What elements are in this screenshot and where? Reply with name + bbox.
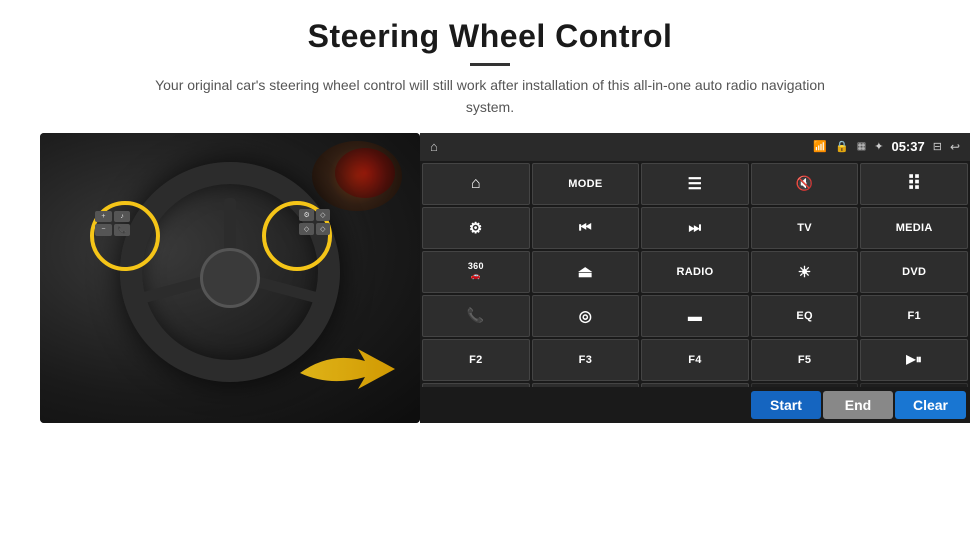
eq-btn[interactable]: EQ <box>751 295 859 337</box>
prev-btn[interactable]: ⏮ <box>532 207 640 249</box>
back-icon: ↩ <box>950 140 960 154</box>
steering-wheel-image: + ♪ − 📞 ⚙ ◇ ◇ ◇ <box>40 133 420 423</box>
action-bar: Start End Clear <box>420 387 970 423</box>
title-section: Steering Wheel Control Your original car… <box>40 18 940 133</box>
status-left: ⌂ <box>430 139 438 154</box>
title-divider <box>470 63 510 66</box>
subtitle: Your original car's steering wheel contr… <box>150 74 830 119</box>
dvd-btn[interactable]: DVD <box>860 251 968 293</box>
sim-icon: ▦ <box>857 141 866 152</box>
f3-btn[interactable]: F3 <box>532 339 640 381</box>
home-btn[interactable]: ⌂ <box>422 163 530 205</box>
button-grid: ⌂ MODE ☰ 🔇 ⠿ ⚙ ⏮ ⏭ TV MEDIA 360🚗 ⏏ RADIO… <box>420 161 970 423</box>
f2-btn[interactable]: F2 <box>422 339 530 381</box>
360cam-btn[interactable]: 360🚗 <box>422 251 530 293</box>
list-btn[interactable]: ☰ <box>641 163 749 205</box>
page-title: Steering Wheel Control <box>40 18 940 55</box>
page-wrapper: Steering Wheel Control Your original car… <box>0 0 980 544</box>
eject-btn[interactable]: ⏏ <box>532 251 640 293</box>
arrow-indicator <box>290 341 400 411</box>
cast-icon: ⊟ <box>933 140 942 153</box>
phone-btn[interactable]: 📞 <box>422 295 530 337</box>
control-panel: ⌂ 📶 🔒 ▦ ✦ 05:37 ⊟ ↩ ⌂ MODE ☰ 🔇 <box>420 133 970 423</box>
clear-button[interactable]: Clear <box>895 391 966 419</box>
mode-btn[interactable]: MODE <box>532 163 640 205</box>
wifi-icon: 📶 <box>813 140 827 153</box>
f4-btn[interactable]: F4 <box>641 339 749 381</box>
end-button[interactable]: End <box>823 391 893 419</box>
media-btn[interactable]: MEDIA <box>860 207 968 249</box>
play-pause-btn[interactable]: ▶⏸ <box>860 339 968 381</box>
apps-btn[interactable]: ⠿ <box>860 163 968 205</box>
mute-btn[interactable]: 🔇 <box>751 163 859 205</box>
status-bar: ⌂ 📶 🔒 ▦ ✦ 05:37 ⊟ ↩ <box>420 133 970 161</box>
compass-btn[interactable]: ◎ <box>532 295 640 337</box>
status-right: 📶 🔒 ▦ ✦ 05:37 ⊟ ↩ <box>813 139 960 154</box>
status-time: 05:37 <box>891 139 924 154</box>
tv-btn[interactable]: TV <box>751 207 859 249</box>
f1-btn[interactable]: F1 <box>860 295 968 337</box>
lock-icon: 🔒 <box>835 140 849 153</box>
screen-btn[interactable]: ▬ <box>641 295 749 337</box>
radio-btn[interactable]: RADIO <box>641 251 749 293</box>
settings-btn[interactable]: ⚙ <box>422 207 530 249</box>
f5-btn[interactable]: F5 <box>751 339 859 381</box>
next-btn[interactable]: ⏭ <box>641 207 749 249</box>
home-status-icon: ⌂ <box>430 139 438 154</box>
brightness-btn[interactable]: ☀ <box>751 251 859 293</box>
bluetooth-icon: ✦ <box>874 140 883 153</box>
start-button[interactable]: Start <box>751 391 821 419</box>
content-area: + ♪ − 📞 ⚙ ◇ ◇ ◇ <box>40 133 940 423</box>
